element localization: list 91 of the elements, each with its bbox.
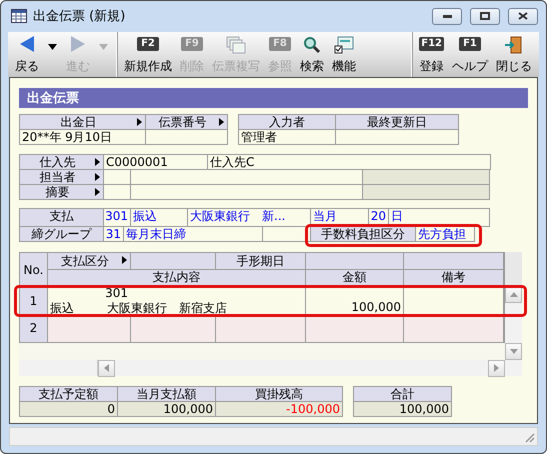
door-exit-icon [504,36,524,54]
right-arrow-icon [71,36,85,52]
scroll-down-button[interactable] [505,342,522,360]
table-cell: C0000001 [104,154,207,169]
field-label: 最終更新日 [336,114,458,129]
field-label-cell[interactable]: 摘要 [20,184,103,199]
up-arrow-icon [510,292,518,297]
column-header: 支払予定額 [20,386,117,401]
search-icon [303,36,321,54]
field-label: 支払 [20,208,103,226]
key-label: F12 [419,36,444,51]
table-cell: 毎月末日締 [124,226,262,241]
key-label: F8 [269,36,291,51]
field-label-cell[interactable]: 伝票番号 [146,114,227,129]
resize-grip-icon [524,432,535,443]
caret-icon [137,118,142,126]
column-header: 支払内容 [48,270,305,287]
field-label: 締グループ [20,226,103,241]
column-header: 合計 [354,386,451,401]
field-label: 入力者 [239,114,335,129]
table-cell: -100,000 [216,402,342,416]
field-label: 担当者 [40,170,76,184]
column-header: 手形期日 [216,252,305,269]
key-label: F1 [459,36,481,51]
table-cell: 31 [104,226,123,241]
field-label-cell[interactable]: 出金日 [20,114,145,129]
toolbar-button[interactable]: 機能 [329,32,359,77]
toolbar-button[interactable]: F12 登録 [416,32,447,77]
table-cell: 大阪東銀行 新宿支店 [105,301,229,316]
close-icon [518,12,528,20]
table-cell: 当月 [311,208,368,226]
field-label-cell[interactable]: 支払区分 [48,252,130,269]
left-arrow-icon [104,364,109,372]
table-cell: 振込 [131,208,187,226]
field-label: 手数料負担区分 [311,226,415,241]
column-header: 金額 [306,270,403,287]
table-cell: 先方負担 [416,226,474,241]
toolbar-button[interactable]: 検索 [297,32,327,77]
left-arrow-icon [20,36,34,52]
table-cell [104,170,130,184]
field-label: 伝票番号 [158,114,206,129]
row-number: 1 [20,288,47,314]
toolbar-button[interactable]: F1 ヘルプ [449,32,491,77]
table-cell: 100,000 [306,288,403,314]
field-label: 支払区分 [61,254,109,268]
toolbar-button[interactable]: 戻る [12,32,42,77]
caret-down-icon [99,44,108,50]
column-header: 買掛残高 [216,386,342,401]
column-header: 当月支払額 [118,386,215,401]
window-title: 出金伝票 (新規) [33,8,126,26]
documents-icon [226,36,246,54]
down-arrow-icon [510,348,518,354]
scroll-right-button[interactable] [488,360,505,377]
toolbar-button[interactable]: F2 新規作成 [121,32,175,77]
toolbar-button[interactable]: 閉じる [493,32,535,77]
field-label: 摘要 [46,184,70,199]
table-cell: 仕入先C [208,154,490,169]
key-label: F9 [181,36,203,51]
maximize-button[interactable] [470,8,500,25]
column-header: 備考 [404,270,503,287]
table-cell: 管理者 [239,130,335,144]
column-header: No. [20,252,47,287]
table-cell: 100,000 [354,402,451,416]
key-label: F2 [137,36,159,51]
field-label: 出金日 [60,114,96,129]
horizontal-scrollbar[interactable] [19,360,505,376]
field-label-cell[interactable]: 担当者 [20,170,103,184]
caret-icon [122,256,127,264]
table-cell: 20**年 9月10日 [20,130,145,144]
table-cell: 日 [389,208,489,226]
scroll-left-button[interactable] [98,360,115,377]
right-arrow-icon [494,364,499,372]
close-button[interactable] [508,8,538,25]
minimize-icon [442,14,452,18]
minimize-button[interactable] [432,8,462,25]
table-cell: 20 [369,208,388,226]
table-cell: 301 [104,208,130,226]
table-cell: 大阪東銀行 新... [188,208,310,226]
field-label: 仕入先 [40,154,76,169]
caret-down-icon [48,44,57,50]
form-title: 出金伝票 [19,88,528,108]
table-cell [263,226,310,241]
vertical-scrollbar[interactable] [505,252,522,376]
table-icon [11,9,27,24]
maximize-icon [480,12,490,20]
table-cell: 100,000 [118,402,215,416]
field-label-cell[interactable]: 仕入先 [20,154,103,169]
caret-icon [219,118,224,126]
table-cell [104,184,130,199]
table-cell: 0 [20,402,117,416]
form-checkbox-icon [334,36,354,54]
